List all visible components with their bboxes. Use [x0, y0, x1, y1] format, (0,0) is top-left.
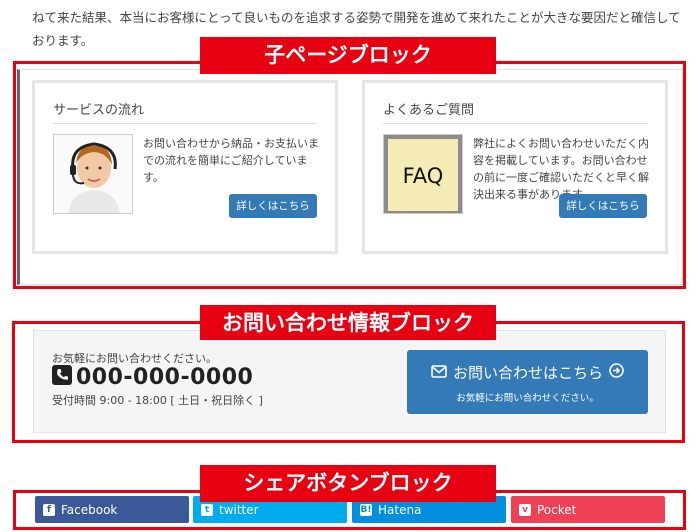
share-block-label: シェアボタンブロック: [200, 465, 496, 502]
child-block-highlight: [13, 61, 686, 289]
contact-block-label: お問い合わせ情報ブロック: [200, 305, 496, 340]
child-block-label: 子ページブロック: [200, 37, 496, 74]
